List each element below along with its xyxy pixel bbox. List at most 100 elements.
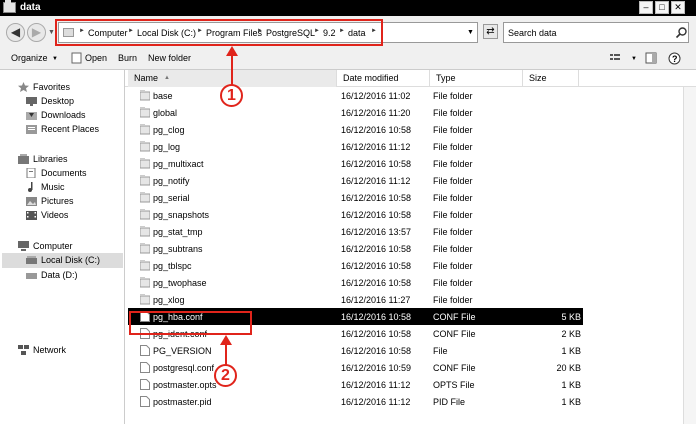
table-row[interactable]: pg_log 16/12/2016 11:12 File folder [128, 138, 583, 155]
folder-icon [139, 277, 151, 288]
file-icon [140, 379, 150, 390]
file-date-modified: 16/12/2016 10:58 [341, 210, 412, 220]
desktop-icon [26, 96, 37, 106]
file-size: 1 KB [561, 397, 581, 407]
file-name: base [153, 91, 173, 101]
file-type: CONF File [433, 312, 476, 322]
nav-videos[interactable]: Videos [26, 208, 121, 223]
file-name: pg_snapshots [153, 210, 210, 220]
table-row[interactable]: postmaster.opts 16/12/2016 11:12 OPTS File… [128, 376, 583, 393]
nav-pictures[interactable]: Pictures [26, 194, 121, 209]
table-row[interactable]: global 16/12/2016 11:20 File folder [128, 104, 583, 121]
drive-icon [26, 255, 37, 265]
callout-highlight-address-bar [55, 19, 383, 46]
minimize-button[interactable]: – [639, 1, 653, 14]
callout-arrow [220, 335, 232, 365]
scrollbar[interactable] [683, 87, 696, 424]
organize-button[interactable]: Organize [11, 53, 48, 63]
table-row[interactable]: pg_subtrans 16/12/2016 10:58 File folder [128, 240, 583, 257]
table-row[interactable]: PG_VERSION 16/12/2016 10:58 File 1 KB [128, 342, 583, 359]
folder-icon [139, 243, 151, 254]
folder-icon [139, 124, 151, 135]
folder-icon [139, 141, 151, 152]
address-dropdown[interactable]: ▼ [467, 29, 474, 36]
nav-favorites[interactable]: Favorites [18, 80, 118, 95]
nav-computer[interactable]: Computer [18, 239, 118, 254]
documents-icon [26, 167, 37, 179]
navigation-pane: Favorites Desktop Downloads Recent Place… [0, 70, 125, 424]
table-row[interactable]: pg_clog 16/12/2016 10:58 File folder [128, 121, 583, 138]
nav-desktop[interactable]: Desktop [26, 94, 121, 109]
star-icon [18, 82, 29, 92]
table-row[interactable]: postgresql.conf 16/12/2016 10:59 CONF File… [128, 359, 583, 376]
file-date-modified: 16/12/2016 11:12 [341, 397, 411, 407]
column-date-modified[interactable]: Date modified [337, 70, 430, 87]
table-row[interactable]: pg_stat_tmp 16/12/2016 13:57 File folder [128, 223, 583, 240]
forward-button[interactable]: ▶ [27, 23, 46, 42]
search-input[interactable] [508, 26, 658, 40]
nav-data-d[interactable]: Data (D:) [26, 268, 121, 283]
maximize-button[interactable]: □ [655, 1, 669, 14]
new-folder-button[interactable]: New folder [148, 53, 191, 63]
search-icon[interactable] [675, 26, 688, 39]
burn-button[interactable]: Burn [118, 53, 137, 63]
nav-local-disk-c[interactable]: Local Disk (C:) [2, 253, 123, 268]
computer-icon [18, 241, 29, 251]
preview-pane-icon[interactable] [645, 52, 659, 64]
file-type: File folder [433, 210, 473, 220]
folder-icon [139, 158, 151, 169]
table-row[interactable]: pg_tblspc 16/12/2016 10:58 File folder [128, 257, 583, 274]
svg-text:?: ? [672, 54, 678, 64]
folder-icon [139, 260, 151, 271]
file-name: PG_VERSION [153, 346, 212, 356]
folder-icon [139, 175, 151, 186]
recent-pages-dropdown[interactable]: ▼ [48, 29, 55, 36]
nav-documents[interactable]: Documents [26, 166, 121, 181]
open-button[interactable]: Open [85, 53, 107, 63]
file-date-modified: 16/12/2016 10:58 [341, 312, 412, 322]
file-size: 1 KB [561, 380, 581, 390]
view-options-icon[interactable] [609, 52, 623, 64]
file-name: pg_twophase [153, 278, 207, 288]
recent-places-icon [26, 124, 37, 134]
file-date-modified: 16/12/2016 11:02 [341, 91, 411, 101]
search-box [503, 22, 689, 43]
nav-downloads[interactable]: Downloads [26, 108, 121, 123]
table-row[interactable]: pg_serial 16/12/2016 10:58 File folder [128, 189, 583, 206]
file-date-modified: 16/12/2016 11:20 [341, 108, 411, 118]
file-type: File [433, 346, 448, 356]
help-icon[interactable]: ? [668, 52, 682, 65]
close-button[interactable]: ✕ [671, 1, 685, 14]
file-type: File folder [433, 278, 473, 288]
file-date-modified: 16/12/2016 10:58 [341, 193, 412, 203]
music-icon [26, 182, 37, 192]
table-row[interactable]: pg_snapshots 16/12/2016 10:58 File folder [128, 206, 583, 223]
file-type: File folder [433, 91, 473, 101]
file-type: File folder [433, 244, 473, 254]
chevron-down-icon[interactable]: ▼ [52, 56, 58, 62]
table-row[interactable]: pg_notify 16/12/2016 11:12 File folder [128, 172, 583, 189]
chevron-down-icon[interactable]: ▼ [631, 56, 637, 62]
table-row[interactable]: base 16/12/2016 11:02 File folder [128, 87, 583, 104]
drive-icon [26, 270, 37, 280]
file-date-modified: 16/12/2016 10:58 [341, 278, 412, 288]
back-button[interactable]: ◀ [6, 23, 25, 42]
nav-recent-places[interactable]: Recent Places [26, 122, 121, 137]
refresh-icon[interactable]: ⇄ [483, 24, 498, 39]
nav-libraries[interactable]: Libraries [18, 152, 118, 167]
nav-music[interactable]: Music [26, 180, 121, 195]
table-row[interactable]: pg_twophase 16/12/2016 10:58 File folder [128, 274, 583, 291]
file-date-modified: 16/12/2016 10:58 [341, 159, 412, 169]
column-type[interactable]: Type [430, 70, 523, 87]
table-row[interactable]: pg_multixact 16/12/2016 10:58 File folder [128, 155, 583, 172]
table-row[interactable]: postmaster.pid 16/12/2016 11:12 PID File 1 … [128, 393, 583, 410]
callout-highlight-pg-hba [129, 311, 252, 335]
folder-icon [139, 226, 151, 237]
nav-network[interactable]: Network [18, 343, 118, 358]
column-size[interactable]: Size [523, 70, 579, 87]
file-name: pg_tblspc [153, 261, 192, 271]
pictures-icon [26, 196, 37, 206]
table-row[interactable]: pg_xlog 16/12/2016 11:27 File folder [128, 291, 583, 308]
file-type: File folder [433, 193, 473, 203]
file-icon [140, 396, 150, 407]
